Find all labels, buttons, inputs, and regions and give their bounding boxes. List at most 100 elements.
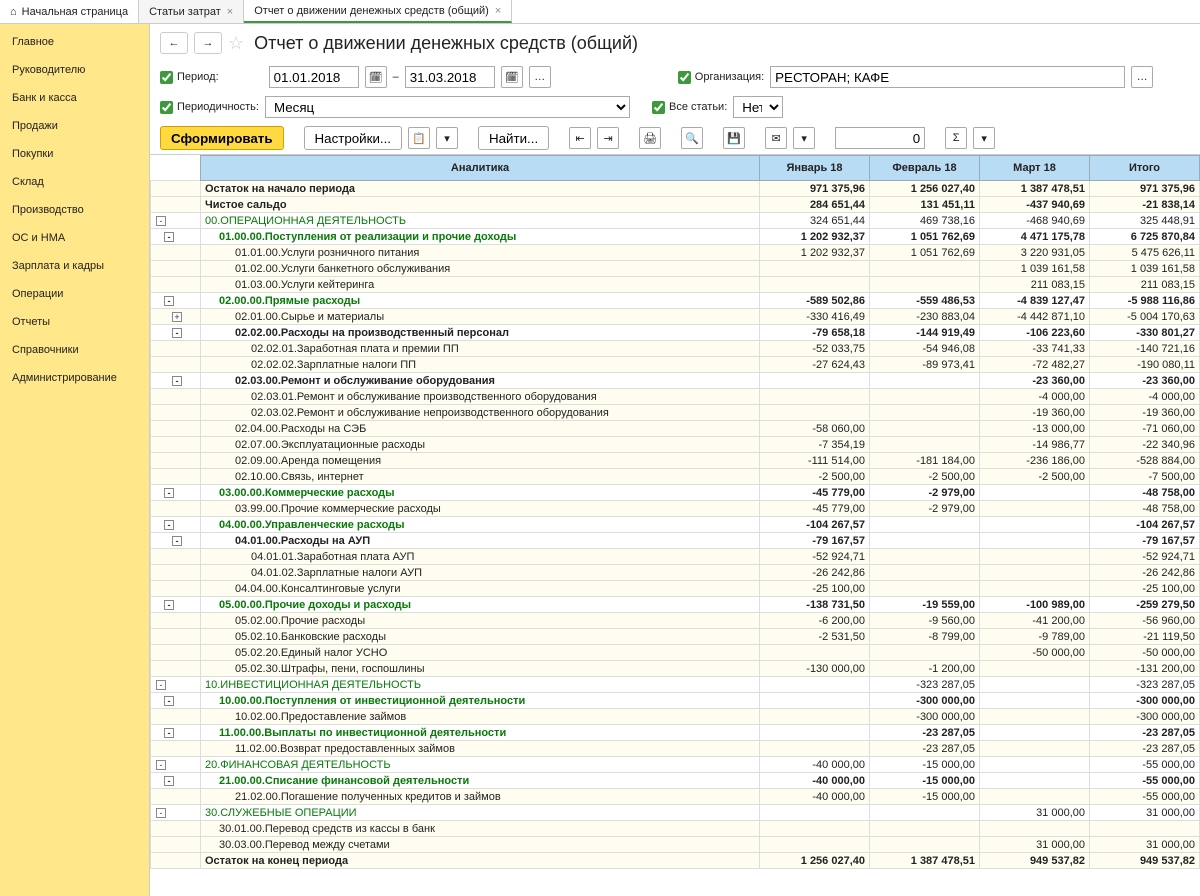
table-row[interactable]: 01.01.00.Услуги розничного питания1 202 …: [151, 245, 1200, 261]
table-row[interactable]: 05.02.10.Банковские расходы-2 531,50-8 7…: [151, 629, 1200, 645]
sidebar-item[interactable]: ОС и НМА: [0, 224, 149, 252]
table-row[interactable]: 02.07.00.Эксплуатационные расходы-7 354,…: [151, 437, 1200, 453]
mail-icon[interactable]: ✉: [765, 127, 787, 149]
collapse-icon[interactable]: -: [164, 776, 174, 786]
table-row[interactable]: 05.02.00.Прочие расходы-6 200,00-9 560,0…: [151, 613, 1200, 629]
sidebar-item[interactable]: Продажи: [0, 112, 149, 140]
table-row[interactable]: 11.02.00.Возврат предоставленных займов-…: [151, 741, 1200, 757]
collapse-icon[interactable]: -: [156, 680, 166, 690]
table-row[interactable]: 05.02.20.Единый налог УСНО-50 000,00-50 …: [151, 645, 1200, 661]
calendar-from-icon[interactable]: 🗓: [365, 66, 387, 88]
table-row[interactable]: -30.СЛУЖЕБНЫЕ ОПЕРАЦИИ31 000,0031 000,00: [151, 805, 1200, 821]
org-input[interactable]: [770, 66, 1125, 88]
calendar-to-icon[interactable]: 🗓: [501, 66, 523, 88]
expand-icon[interactable]: ⇥: [597, 127, 619, 149]
table-row[interactable]: -21.00.00.Списание финансовой деятельнос…: [151, 773, 1200, 789]
table-row[interactable]: 02.10.00.Связь, интернет-2 500,00-2 500,…: [151, 469, 1200, 485]
periodicity-select[interactable]: Месяц: [265, 96, 630, 118]
table-row[interactable]: Чистое сальдо284 651,44131 451,11-437 94…: [151, 197, 1200, 213]
collapse-icon[interactable]: -: [164, 520, 174, 530]
sidebar-item[interactable]: Справочники: [0, 336, 149, 364]
table-row[interactable]: 10.02.00.Предоставление займов-300 000,0…: [151, 709, 1200, 725]
collapse-icon[interactable]: -: [156, 216, 166, 226]
allarticles-select[interactable]: Нет: [733, 96, 783, 118]
collapse-icon[interactable]: -: [172, 328, 182, 338]
sidebar-item[interactable]: Зарплата и кадры: [0, 252, 149, 280]
table-row[interactable]: 04.01.01.Заработная плата АУП-52 924,71-…: [151, 549, 1200, 565]
table-row[interactable]: 02.03.02.Ремонт и обслуживание непроизво…: [151, 405, 1200, 421]
mail-dropdown-icon[interactable]: ▾: [793, 127, 815, 149]
close-icon[interactable]: ×: [227, 6, 233, 18]
date-from[interactable]: [269, 66, 359, 88]
table-row[interactable]: -10.ИНВЕСТИЦИОННАЯ ДЕЯТЕЛЬНОСТЬ-323 287,…: [151, 677, 1200, 693]
table-row[interactable]: -10.00.00.Поступления от инвестиционной …: [151, 693, 1200, 709]
table-row[interactable]: 01.03.00.Услуги кейтеринга211 083,15211 …: [151, 277, 1200, 293]
expand-icon[interactable]: +: [172, 312, 182, 322]
collapse-icon[interactable]: -: [164, 600, 174, 610]
table-row[interactable]: 02.04.00.Расходы на СЭБ-58 060,00-13 000…: [151, 421, 1200, 437]
sum-input[interactable]: [835, 127, 925, 149]
nav-back[interactable]: ←: [160, 32, 188, 54]
collapse-icon[interactable]: -: [164, 232, 174, 242]
tab[interactable]: Статьи затрат×: [139, 0, 244, 23]
sidebar-item[interactable]: Операции: [0, 280, 149, 308]
collapse-icon[interactable]: -: [164, 296, 174, 306]
table-row[interactable]: 04.04.00.Консалтинговые услуги-25 100,00…: [151, 581, 1200, 597]
sidebar-item[interactable]: Администрирование: [0, 364, 149, 392]
print-icon[interactable]: 🖨: [639, 127, 661, 149]
table-row[interactable]: +02.01.00.Сырье и материалы-330 416,49-2…: [151, 309, 1200, 325]
dropdown-icon[interactable]: ▾: [436, 127, 458, 149]
table-row[interactable]: -02.00.00.Прямые расходы-589 502,86-559 …: [151, 293, 1200, 309]
collapse-icon[interactable]: -: [164, 696, 174, 706]
table-row[interactable]: -01.00.00.Поступления от реализации и пр…: [151, 229, 1200, 245]
table-row[interactable]: 02.03.01.Ремонт и обслуживание производс…: [151, 389, 1200, 405]
sidebar-item[interactable]: Склад: [0, 168, 149, 196]
table-row[interactable]: 30.03.00.Перевод между счетами31 000,003…: [151, 837, 1200, 853]
allarticles-checkbox[interactable]: Все статьи:: [652, 101, 727, 114]
collapse-icon[interactable]: -: [172, 536, 182, 546]
sigma-dropdown-icon[interactable]: ▾: [973, 127, 995, 149]
tab[interactable]: Отчет о движении денежных средств (общий…: [244, 0, 512, 23]
org-checkbox[interactable]: Организация:: [678, 71, 764, 84]
settings-button[interactable]: Настройки...: [304, 126, 402, 150]
sidebar-item[interactable]: Руководителю: [0, 56, 149, 84]
table-row[interactable]: 04.01.02.Зарплатные налоги АУП-26 242,86…: [151, 565, 1200, 581]
table-row[interactable]: -11.00.00.Выплаты по инвестиционной деят…: [151, 725, 1200, 741]
tab[interactable]: ⌂Начальная страница: [0, 0, 139, 23]
preview-icon[interactable]: 🔍: [681, 127, 703, 149]
periodicity-checkbox[interactable]: Периодичность:: [160, 101, 259, 114]
table-row[interactable]: -03.00.00.Коммерческие расходы-45 779,00…: [151, 485, 1200, 501]
sigma-icon[interactable]: Σ: [945, 127, 967, 149]
table-row[interactable]: 21.02.00.Погашение полученных кредитов и…: [151, 789, 1200, 805]
table-row[interactable]: -20.ФИНАНСОВАЯ ДЕЯТЕЛЬНОСТЬ-40 000,00-15…: [151, 757, 1200, 773]
table-row[interactable]: 02.02.02.Зарплатные налоги ПП-27 624,43-…: [151, 357, 1200, 373]
table-row[interactable]: 05.02.30.Штрафы, пени, госпошлины-130 00…: [151, 661, 1200, 677]
table-row[interactable]: -00.ОПЕРАЦИОННАЯ ДЕЯТЕЛЬНОСТЬ324 651,444…: [151, 213, 1200, 229]
collapse-icon[interactable]: ⇤: [569, 127, 591, 149]
collapse-icon[interactable]: -: [156, 760, 166, 770]
table-row[interactable]: -04.01.00.Расходы на АУП-79 167,57-79 16…: [151, 533, 1200, 549]
table-row[interactable]: -02.02.00.Расходы на производственный пе…: [151, 325, 1200, 341]
table-row[interactable]: Остаток на начало периода971 375,961 256…: [151, 181, 1200, 197]
table-row[interactable]: 03.99.00.Прочие коммерческие расходы-45 …: [151, 501, 1200, 517]
table-row[interactable]: 01.02.00.Услуги банкетного обслуживания1…: [151, 261, 1200, 277]
favorite-star-icon[interactable]: ☆: [228, 33, 244, 54]
nav-forward[interactable]: →: [194, 32, 222, 54]
collapse-icon[interactable]: -: [172, 376, 182, 386]
sidebar-item[interactable]: Производство: [0, 196, 149, 224]
close-icon[interactable]: ×: [495, 5, 501, 17]
sidebar-item[interactable]: Отчеты: [0, 308, 149, 336]
save-icon[interactable]: 💾: [723, 127, 745, 149]
period-checkbox[interactable]: Период:: [160, 71, 219, 84]
table-row[interactable]: 02.09.00.Аренда помещения-111 514,00-181…: [151, 453, 1200, 469]
collapse-icon[interactable]: -: [164, 488, 174, 498]
sidebar-item[interactable]: Банк и касса: [0, 84, 149, 112]
form-button[interactable]: Сформировать: [160, 126, 284, 150]
org-picker-icon[interactable]: …: [1131, 66, 1153, 88]
table-row[interactable]: -02.03.00.Ремонт и обслуживание оборудов…: [151, 373, 1200, 389]
collapse-icon[interactable]: -: [164, 728, 174, 738]
table-row[interactable]: 30.01.00.Перевод средств из кассы в банк: [151, 821, 1200, 837]
sidebar-item[interactable]: Главное: [0, 28, 149, 56]
table-row[interactable]: -04.00.00.Управленческие расходы-104 267…: [151, 517, 1200, 533]
table-row[interactable]: -05.00.00.Прочие доходы и расходы-138 73…: [151, 597, 1200, 613]
